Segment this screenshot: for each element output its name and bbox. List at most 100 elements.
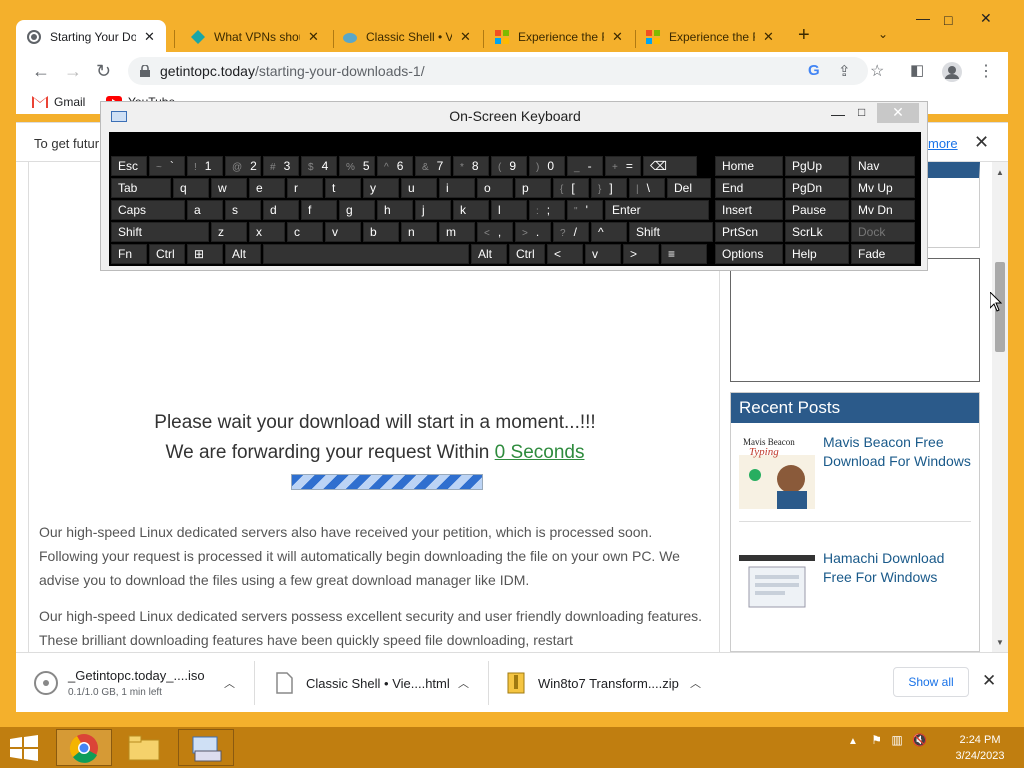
osk-key[interactable]: * 8 bbox=[453, 156, 489, 176]
osk-key[interactable]: Enter bbox=[605, 200, 709, 220]
osk-key[interactable]: ) 0 bbox=[529, 156, 565, 176]
address-bar[interactable]: getintopc.today/starting-your-downloads-… bbox=[128, 57, 868, 85]
osk-key[interactable]: q bbox=[173, 178, 209, 198]
osk-key[interactable]: Dock bbox=[851, 222, 915, 242]
google-icon[interactable]: G bbox=[808, 62, 820, 79]
osk-key[interactable]: Ctrl bbox=[149, 244, 185, 264]
bookmark-star-icon[interactable]: ☆ bbox=[870, 61, 884, 81]
osk-key[interactable]: Caps bbox=[111, 200, 185, 220]
osk-key[interactable]: Insert bbox=[715, 200, 783, 220]
reload-icon[interactable]: ↻ bbox=[96, 61, 111, 82]
show-all-button[interactable]: Show all bbox=[893, 667, 969, 697]
window-close-button[interactable]: ✕ bbox=[980, 10, 992, 27]
info-bar-close-icon[interactable]: ✕ bbox=[974, 132, 989, 153]
osk-minimize-button[interactable]: — bbox=[831, 106, 845, 122]
tab-search-chevron-icon[interactable]: ⌄ bbox=[878, 27, 888, 41]
osk-key[interactable]: z bbox=[211, 222, 247, 242]
osk-key[interactable]: }] bbox=[591, 178, 627, 198]
osk-key[interactable]: Help bbox=[785, 244, 849, 264]
osk-key[interactable]: ⊞ bbox=[187, 244, 223, 264]
back-arrow-icon[interactable]: ← bbox=[32, 61, 50, 82]
osk-key[interactable]: o bbox=[477, 178, 513, 198]
osk-key[interactable]: ~ ` bbox=[149, 156, 185, 176]
scroll-down-icon[interactable]: ▼ bbox=[996, 638, 1004, 647]
tab-close-icon[interactable]: ✕ bbox=[460, 29, 471, 45]
osk-key[interactable]: " ' bbox=[567, 200, 603, 220]
osk-key[interactable]: $4 bbox=[301, 156, 337, 176]
osk-key[interactable]: & 7 bbox=[415, 156, 451, 176]
osk-key[interactable]: n bbox=[401, 222, 437, 242]
osk-key[interactable]: ^ 6 bbox=[377, 156, 413, 176]
osk-key[interactable]: Alt bbox=[471, 244, 507, 264]
osk-key[interactable]: Mv Up bbox=[851, 178, 915, 198]
maximize-button[interactable]: □ bbox=[944, 12, 952, 28]
taskbar-on-screen-keyboard[interactable] bbox=[178, 729, 234, 766]
osk-key[interactable]: v bbox=[325, 222, 361, 242]
osk-key[interactable]: v bbox=[585, 244, 621, 264]
osk-key[interactable]: PrtScn bbox=[715, 222, 783, 242]
osk-key[interactable]: m bbox=[439, 222, 475, 242]
osk-key[interactable]: Options bbox=[715, 244, 783, 264]
osk-key[interactable]: Fn bbox=[111, 244, 147, 264]
osk-key[interactable]: Nav bbox=[851, 156, 915, 176]
osk-key[interactable]: Pause bbox=[785, 200, 849, 220]
osk-key[interactable] bbox=[263, 244, 469, 264]
osk-key[interactable]: + = bbox=[605, 156, 641, 176]
osk-key[interactable]: Shift bbox=[111, 222, 209, 242]
scroll-up-icon[interactable]: ▲ bbox=[996, 168, 1004, 177]
taskbar-file-explorer[interactable] bbox=[116, 729, 172, 766]
osk-key[interactable]: l bbox=[491, 200, 527, 220]
osk-maximize-button[interactable]: □ bbox=[858, 105, 865, 119]
osk-key[interactable]: | \ bbox=[629, 178, 665, 198]
recent-post-title[interactable]: Hamachi Download Free For Windows bbox=[823, 549, 973, 587]
tab-close-icon[interactable]: ✕ bbox=[612, 29, 623, 45]
osk-key[interactable]: ScrLk bbox=[785, 222, 849, 242]
osk-key[interactable]: Home bbox=[715, 156, 783, 176]
osk-key[interactable]: :; bbox=[529, 200, 565, 220]
osk-key[interactable]: c bbox=[287, 222, 323, 242]
minimize-button[interactable]: — bbox=[916, 10, 930, 26]
tab-starting-downloads[interactable]: Starting Your Do ✕ bbox=[16, 20, 166, 54]
recent-post-item[interactable]: Hamachi Download Free For Windows bbox=[739, 543, 971, 633]
action-center-flag-icon[interactable]: ⚑ bbox=[871, 733, 882, 747]
osk-key[interactable]: b bbox=[363, 222, 399, 242]
osk-key[interactable]: t bbox=[325, 178, 361, 198]
osk-key[interactable]: i bbox=[439, 178, 475, 198]
osk-key[interactable]: y bbox=[363, 178, 399, 198]
osk-key[interactable]: > bbox=[623, 244, 659, 264]
osk-key[interactable]: < bbox=[547, 244, 583, 264]
osk-key[interactable]: w bbox=[211, 178, 247, 198]
osk-key[interactable]: PgUp bbox=[785, 156, 849, 176]
tab-experience-1[interactable]: Experience the F ✕ bbox=[484, 20, 634, 54]
osk-key[interactable]: _ - bbox=[567, 156, 603, 176]
osk-key[interactable]: % 5 bbox=[339, 156, 375, 176]
osk-key[interactable]: PgDn bbox=[785, 178, 849, 198]
osk-key[interactable]: k bbox=[453, 200, 489, 220]
osk-key[interactable]: s bbox=[225, 200, 261, 220]
bookmark-gmail[interactable]: Gmail bbox=[32, 95, 85, 109]
osk-key[interactable]: End bbox=[715, 178, 783, 198]
osk-key[interactable]: ≡ bbox=[661, 244, 707, 264]
menu-dots-icon[interactable]: ⋮ bbox=[978, 61, 994, 81]
download-item[interactable]: _Getintopc.today_....iso 0.1/1.0 GB, 1 m… bbox=[34, 653, 235, 713]
osk-key[interactable]: g bbox=[339, 200, 375, 220]
share-icon[interactable]: ⇪ bbox=[838, 62, 851, 80]
osk-key[interactable]: >. bbox=[515, 222, 551, 242]
countdown-seconds-link[interactable]: 0 Seconds bbox=[495, 442, 585, 463]
osk-key[interactable]: a bbox=[187, 200, 223, 220]
osk-key[interactable]: <, bbox=[477, 222, 513, 242]
osk-key[interactable]: Fade bbox=[851, 244, 915, 264]
osk-key[interactable]: f bbox=[301, 200, 337, 220]
osk-key[interactable]: d bbox=[263, 200, 299, 220]
osk-key[interactable]: Mv Dn bbox=[851, 200, 915, 220]
tab-classic-shell[interactable]: Classic Shell • Vi ✕ bbox=[332, 20, 482, 54]
tab-close-icon[interactable]: ✕ bbox=[763, 29, 774, 45]
taskbar-clock[interactable]: 2:24 PM 3/24/2023 bbox=[944, 732, 1016, 764]
new-tab-button[interactable]: + bbox=[798, 24, 810, 47]
osk-key[interactable]: #3 bbox=[263, 156, 299, 176]
osk-key[interactable]: e bbox=[249, 178, 285, 198]
osk-key[interactable]: {[ bbox=[553, 178, 589, 198]
osk-key[interactable]: ^ bbox=[591, 222, 627, 242]
volume-icon[interactable]: 🔇 bbox=[912, 733, 927, 747]
osk-key[interactable]: ⌫ bbox=[643, 156, 697, 176]
